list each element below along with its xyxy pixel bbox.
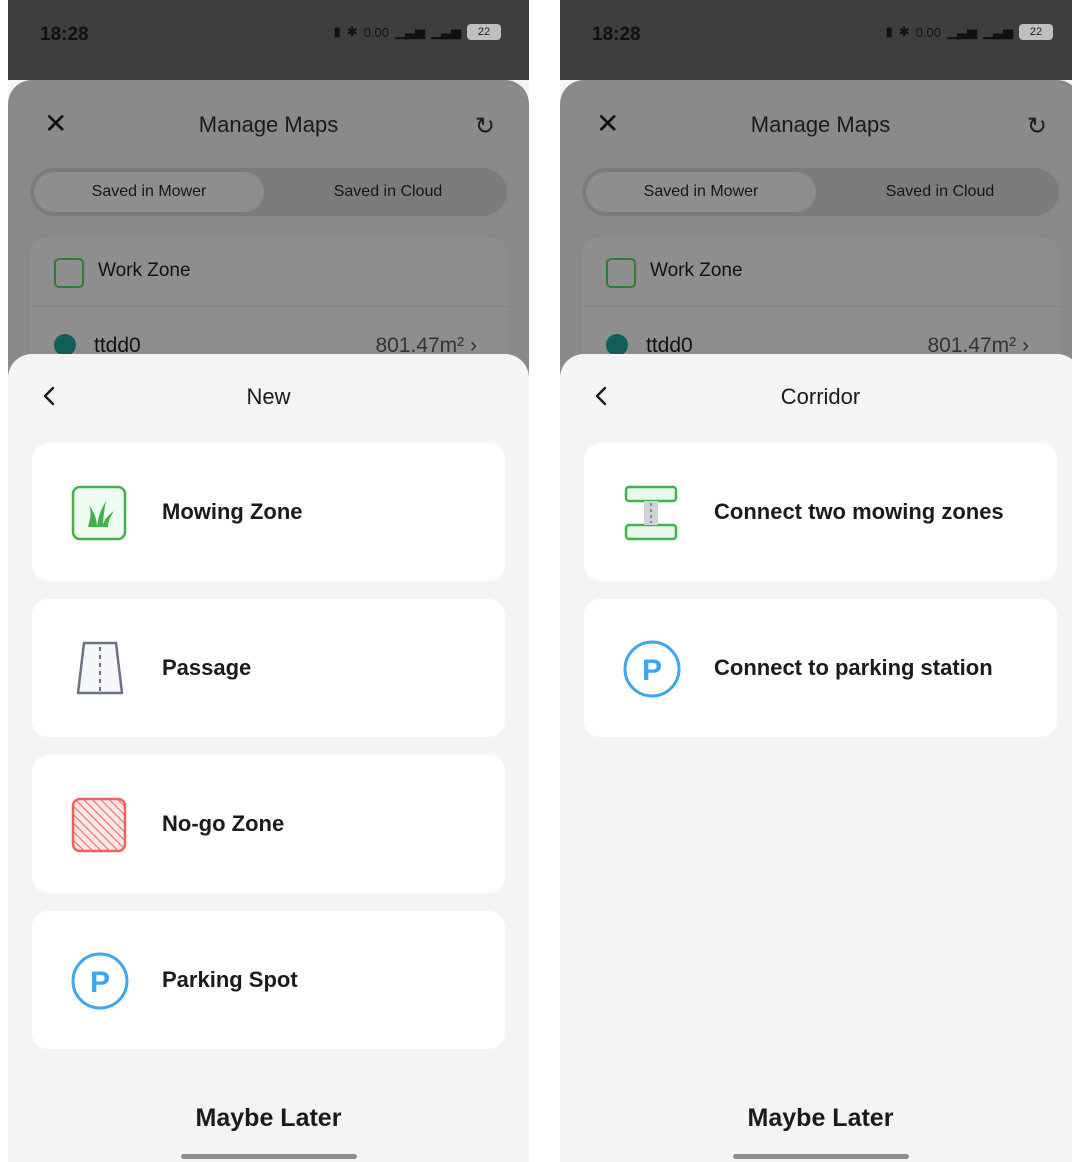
status-icons: ▮ ✱ 0.00 ▁▃▅ ▁▃▅ 22 <box>886 24 1053 40</box>
road-icon <box>76 641 124 695</box>
home-indicator[interactable] <box>732 1154 909 1159</box>
phone-screen-corridor: 18:28 ▮ ✱ 0.00 ▁▃▅ ▁▃▅ 22 ✕ Manage Maps … <box>560 0 1072 1162</box>
option-passage[interactable]: Passage <box>32 599 505 737</box>
signal-icon: ▁▃▅ <box>947 24 977 39</box>
grass-icon <box>71 485 127 541</box>
status-time: 18:28 <box>40 24 89 45</box>
tab-saved-in-mower[interactable]: Saved in Mower <box>586 172 816 212</box>
status-time: 18:28 <box>592 24 641 45</box>
hatched-zone-icon <box>71 797 127 853</box>
maybe-later-button[interactable]: Maybe Later <box>560 1104 1072 1133</box>
option-label: Passage <box>162 655 252 680</box>
tab-saved-in-cloud[interactable]: Saved in Cloud <box>273 172 503 212</box>
page-title: Manage Maps <box>198 112 339 137</box>
battery-icon: 22 <box>467 24 501 40</box>
tab-bar: Saved in Mower Saved in Cloud <box>30 168 507 216</box>
work-zone-label: Work Zone <box>98 260 191 281</box>
refresh-icon[interactable]: ↻ <box>475 112 495 141</box>
option-label: Connect two mowing zones <box>714 499 1004 524</box>
parking-icon: P <box>623 640 681 698</box>
maybe-later-button[interactable]: Maybe Later <box>8 1104 529 1133</box>
svg-text:P: P <box>642 654 662 687</box>
net-speed: 0.00 <box>915 24 941 40</box>
option-connect-two-mowing-zones[interactable]: Connect two mowing zones <box>584 443 1057 581</box>
grass-icon <box>54 258 84 288</box>
signal-icon-2: ▁▃▅ <box>431 24 461 39</box>
status-bar: 18:28 ▮ ✱ 0.00 ▁▃▅ ▁▃▅ 22 <box>8 0 529 80</box>
vibrate-icon: ▮ <box>885 24 893 39</box>
signal-icon: ▁▃▅ <box>395 24 425 39</box>
option-label: No-go Zone <box>162 811 285 836</box>
tab-saved-in-cloud[interactable]: Saved in Cloud <box>825 172 1055 212</box>
home-indicator[interactable] <box>180 1154 357 1159</box>
vibrate-icon: ▮ <box>333 24 341 39</box>
divider <box>582 306 1059 307</box>
status-bar: 18:28 ▮ ✱ 0.00 ▁▃▅ ▁▃▅ 22 <box>560 0 1072 80</box>
option-connect-to-parking-station[interactable]: P Connect to parking station <box>584 599 1057 737</box>
new-sheet: New Mowing Zone Passage No-go Zone P Par… <box>8 354 529 1162</box>
sheet-title: New <box>246 384 291 409</box>
flag-icon <box>606 334 628 356</box>
parking-icon: P <box>71 952 129 1010</box>
divider <box>30 306 507 307</box>
bluetooth-icon: ✱ <box>346 24 358 39</box>
corridor-icon <box>624 485 678 541</box>
bluetooth-icon: ✱ <box>898 24 910 39</box>
sheet-title: Corridor <box>780 384 861 409</box>
option-no-go-zone[interactable]: No-go Zone <box>32 755 505 893</box>
status-icons: ▮ ✱ 0.00 ▁▃▅ ▁▃▅ 22 <box>334 24 501 40</box>
grass-icon <box>606 258 636 288</box>
option-label: Parking Spot <box>162 967 298 992</box>
net-speed: 0.00 <box>363 24 389 40</box>
option-label: Mowing Zone <box>162 499 303 524</box>
option-mowing-zone[interactable]: Mowing Zone <box>32 443 505 581</box>
corridor-sheet: Corridor Connect two mowing zones P Conn… <box>560 354 1072 1162</box>
tab-bar: Saved in Mower Saved in Cloud <box>582 168 1059 216</box>
page-title: Manage Maps <box>750 112 891 137</box>
signal-icon-2: ▁▃▅ <box>983 24 1013 39</box>
option-parking-spot[interactable]: P Parking Spot <box>32 911 505 1049</box>
flag-icon <box>54 334 76 356</box>
tab-saved-in-mower[interactable]: Saved in Mower <box>34 172 264 212</box>
phone-screen-new: 18:28 ▮ ✱ 0.00 ▁▃▅ ▁▃▅ 22 ✕ Manage Maps … <box>8 0 529 1162</box>
battery-icon: 22 <box>1019 24 1053 40</box>
svg-text:P: P <box>90 966 110 999</box>
option-label: Connect to parking station <box>714 655 993 680</box>
refresh-icon[interactable]: ↻ <box>1027 112 1047 141</box>
work-zone-label: Work Zone <box>650 260 743 281</box>
